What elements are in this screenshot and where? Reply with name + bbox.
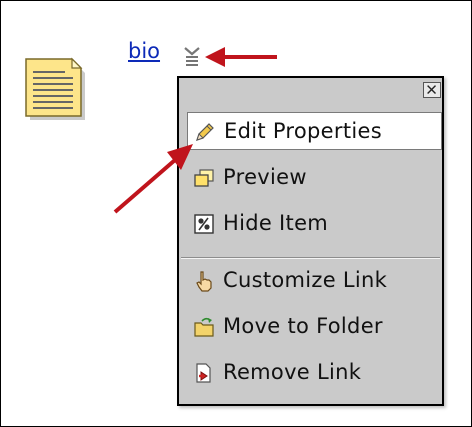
menu-item-label: Preview (223, 165, 307, 189)
screenshot-frame: bio Edit Properties Preview Hide Item Cu… (0, 0, 472, 427)
menu-item-hide-item[interactable]: Hide Item (187, 205, 442, 243)
menu-item-customize-link[interactable]: Customize Link (187, 262, 442, 300)
menu-item-label: Customize Link (223, 268, 388, 292)
item-link-bio[interactable]: bio (128, 39, 160, 63)
context-menu: Edit Properties Preview Hide Item Custom… (177, 76, 444, 406)
pencil-icon (196, 123, 214, 141)
move-to-folder-icon (194, 317, 214, 337)
menu-item-edit-properties[interactable]: Edit Properties (187, 112, 442, 150)
close-icon[interactable] (423, 82, 441, 98)
menu-item-preview[interactable]: Preview (187, 159, 442, 197)
menu-item-label: Edit Properties (224, 119, 382, 143)
menu-item-move-to-folder[interactable]: Move to Folder (187, 308, 442, 346)
pointer-hand-icon (196, 271, 212, 292)
hide-item-icon (194, 214, 214, 234)
menu-item-label: Hide Item (223, 211, 329, 235)
menu-divider (181, 257, 440, 259)
menu-item-label: Remove Link (223, 360, 362, 384)
remove-link-icon (196, 363, 211, 383)
annotation-arrow-to-menu (205, 47, 277, 67)
chevron-down-icon[interactable] (180, 42, 205, 68)
menu-item-remove-link[interactable]: Remove Link (187, 354, 442, 392)
document-icon (25, 57, 85, 120)
preview-window-icon (194, 169, 214, 187)
menu-item-label: Move to Folder (223, 314, 383, 338)
